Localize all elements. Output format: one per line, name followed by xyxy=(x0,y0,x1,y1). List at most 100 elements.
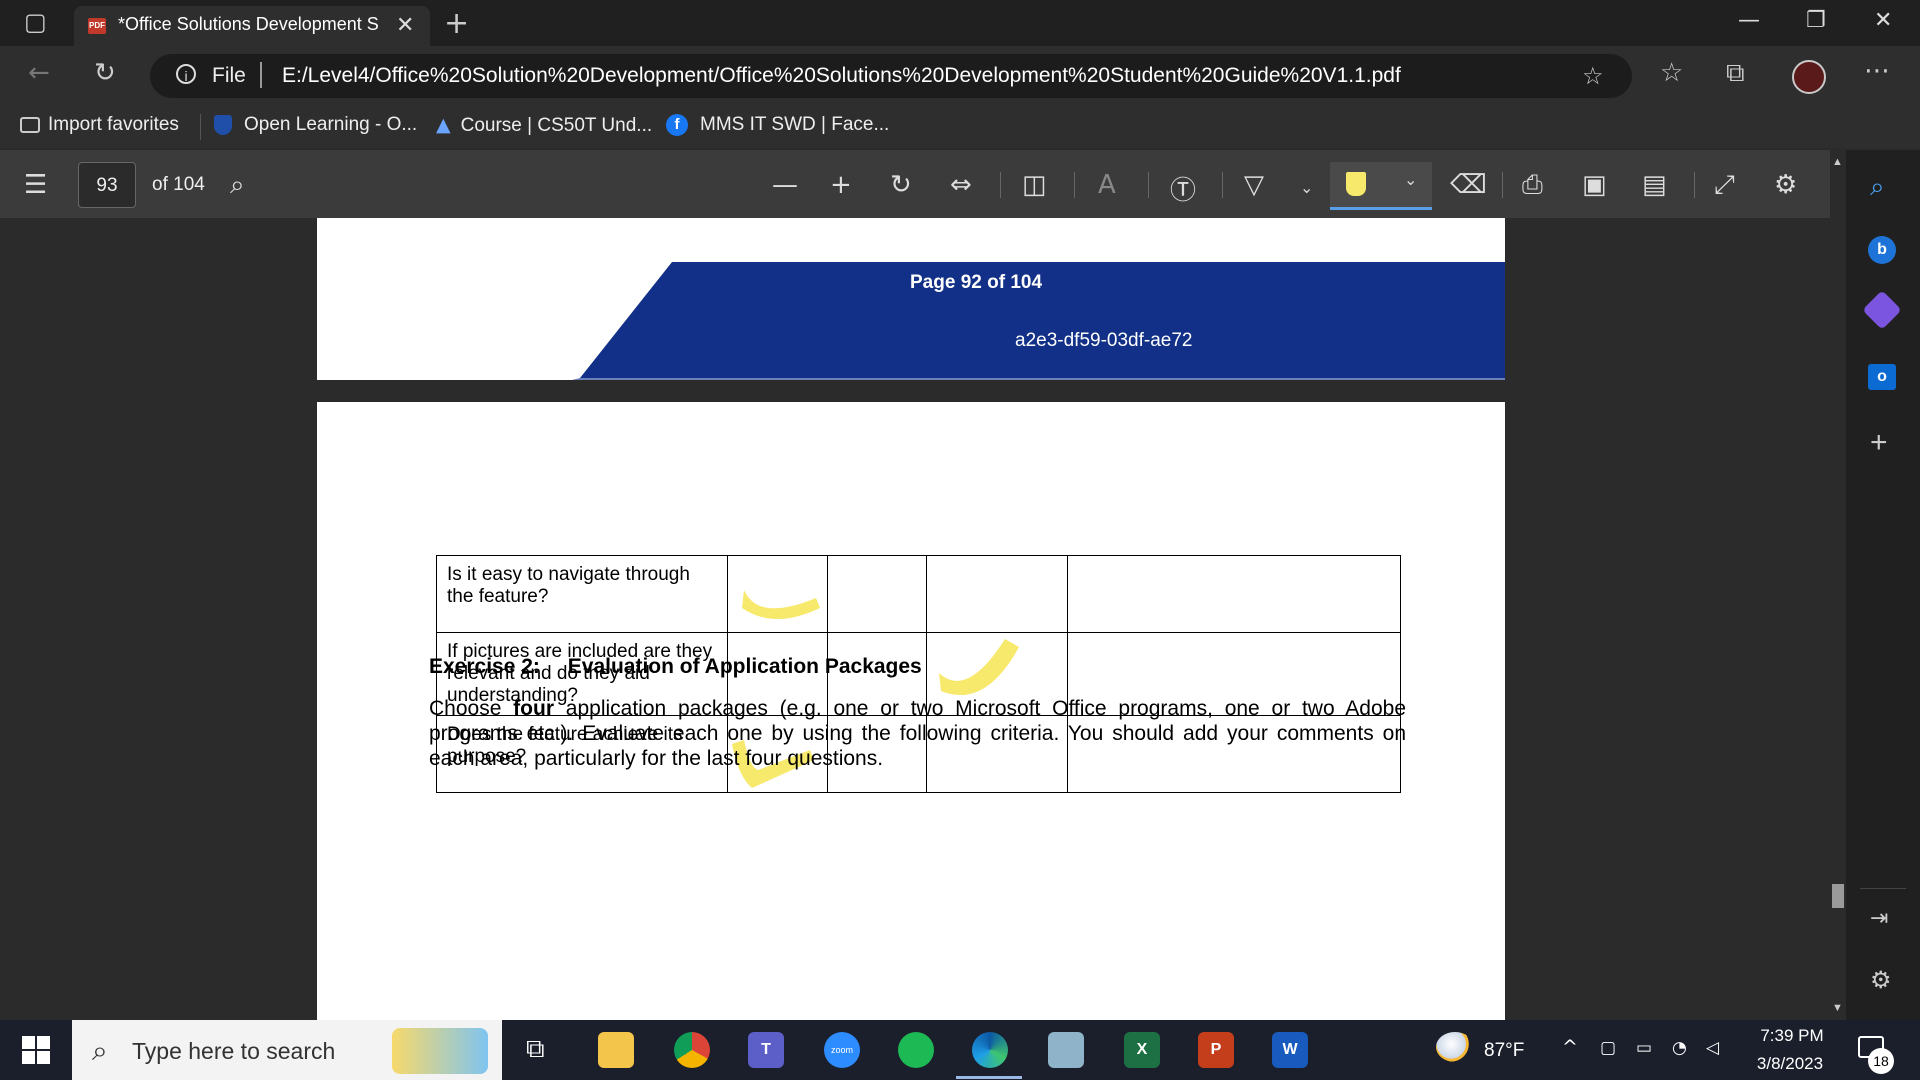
clock-time[interactable]: 7:39 PM xyxy=(1752,1026,1832,1046)
page-view-icon[interactable]: ◫ xyxy=(1022,170,1047,200)
edge-icon[interactable] xyxy=(972,1032,1008,1068)
hide-sidebar-icon[interactable]: ⇥ xyxy=(1870,906,1888,931)
designer-icon[interactable] xyxy=(1862,290,1902,330)
tab-actions-icon[interactable]: ▢ xyxy=(24,8,47,36)
outlook-icon[interactable]: o xyxy=(1868,364,1896,390)
toolbar-divider xyxy=(1502,172,1503,198)
highlight-options-chevron-icon[interactable]: ⌄ xyxy=(1404,170,1417,190)
pdf-viewer[interactable]: Page 92 of 104 a2e3-df59-03df-ae72 Is it… xyxy=(0,218,1830,1020)
zoom-in-icon[interactable]: + xyxy=(830,170,852,200)
tab-active[interactable]: PDF *Office Solutions Development S ✕ xyxy=(74,6,430,46)
volume-icon[interactable]: ◁ xyxy=(1706,1038,1719,1058)
pdf-page-93: Is it easy to navigate through the featu… xyxy=(317,402,1505,1020)
fav-label: Import favorites xyxy=(48,114,179,135)
word-icon[interactable]: W xyxy=(1272,1032,1308,1068)
save-icon[interactable]: ▣ xyxy=(1582,170,1607,200)
hidden-icons-chevron-icon[interactable]: ^ xyxy=(1562,1036,1578,1058)
address-divider xyxy=(260,62,262,88)
task-view-icon[interactable]: ⧉ xyxy=(526,1034,545,1065)
settings-gear-icon[interactable]: ⚙ xyxy=(1774,170,1797,200)
edge-sidebar: ⌕ b o + ⇥ ⚙ xyxy=(1846,150,1920,1020)
exercise-body: Choose four application packages (e.g. o… xyxy=(429,696,1406,771)
clock-date[interactable]: 3/8/2023 xyxy=(1748,1054,1832,1074)
restore-icon[interactable]: ❐ xyxy=(1806,8,1826,33)
comment-cell xyxy=(1067,555,1401,633)
back-icon[interactable]: ← xyxy=(28,58,50,88)
toolbar-divider xyxy=(1694,172,1695,198)
spotify-icon[interactable] xyxy=(898,1032,934,1068)
add-text-icon[interactable]: Ⓣ xyxy=(1170,170,1196,207)
fav-facebook[interactable]: f MMS IT SWD | Face... xyxy=(666,114,889,136)
draw-options-chevron-icon[interactable]: ⌄ xyxy=(1300,178,1313,197)
tab-close-icon[interactable]: ✕ xyxy=(396,12,414,38)
weather-temp[interactable]: 87°F xyxy=(1484,1040,1524,1062)
tray-meet-icon[interactable]: ▢ xyxy=(1600,1038,1616,1058)
erase-icon[interactable]: ⌫ xyxy=(1450,170,1487,200)
save-as-icon[interactable]: ▤ xyxy=(1642,170,1667,200)
print-icon[interactable]: ⎙ xyxy=(1522,170,1543,201)
scroll-thumb[interactable] xyxy=(1832,884,1844,908)
favorites-icon[interactable]: ☆ xyxy=(1660,58,1683,88)
fav-label: Open Learning - O... xyxy=(244,114,418,135)
favbar-divider xyxy=(200,114,201,140)
shield-icon xyxy=(214,114,232,135)
file-explorer-icon[interactable] xyxy=(598,1032,634,1068)
toolbar-divider xyxy=(1074,172,1075,198)
address-bar[interactable]: i File E:/Level4/Office%20Solution%20Dev… xyxy=(150,54,1632,98)
read-aloud-icon[interactable]: A xyxy=(1098,170,1116,200)
weather-icon[interactable] xyxy=(1436,1032,1474,1062)
highlighter-icon xyxy=(1346,172,1366,196)
notification-count-badge: 18 xyxy=(1868,1048,1894,1074)
rotate-icon[interactable]: ↻ xyxy=(890,170,912,200)
doc-code: a2e3-df59-03df-ae72 xyxy=(1015,330,1193,351)
refresh-icon[interactable]: ↻ xyxy=(94,58,116,88)
address-prefix: File xyxy=(212,64,246,87)
url-text[interactable]: E:/Level4/Office%20Solution%20Developmen… xyxy=(282,64,1401,88)
question-cell: Is it easy to navigate through the featu… xyxy=(436,555,728,633)
contents-icon[interactable]: ☰ xyxy=(24,170,47,200)
exercise-number: Exercise 2: xyxy=(429,655,540,678)
zoom-icon[interactable]: zoom xyxy=(824,1032,860,1068)
scroll-down-icon[interactable]: ▼ xyxy=(1832,1002,1843,1014)
new-tab-button[interactable]: + xyxy=(444,6,469,41)
notes-app-icon[interactable] xyxy=(1048,1032,1084,1068)
more-menu-icon[interactable]: ⋯ xyxy=(1864,56,1890,86)
add-favorite-icon[interactable]: ☆ xyxy=(1582,62,1604,90)
teams-icon[interactable]: T xyxy=(748,1032,784,1068)
draw-icon[interactable]: ▽ xyxy=(1244,170,1264,200)
fav-course[interactable]: ▲ Course | CS50T Und... xyxy=(436,114,652,137)
profile-avatar[interactable] xyxy=(1792,60,1826,94)
powerpoint-icon[interactable]: P xyxy=(1198,1032,1234,1068)
windows-start-icon[interactable] xyxy=(22,1036,50,1064)
excel-icon[interactable]: X xyxy=(1124,1032,1160,1068)
fav-open-learning[interactable]: Open Learning - O... xyxy=(214,114,417,136)
fit-width-icon[interactable]: ⇔ xyxy=(950,170,972,200)
sidebar-settings-icon[interactable]: ⚙ xyxy=(1870,966,1892,994)
graduation-cap-icon: ▲ xyxy=(436,114,451,136)
wifi-icon[interactable]: ◔ xyxy=(1672,1038,1687,1058)
collections-icon[interactable]: ⧉ xyxy=(1726,58,1745,89)
zoom-out-icon[interactable]: — xyxy=(772,170,798,200)
add-sidebar-app-icon[interactable]: + xyxy=(1870,426,1888,460)
bing-icon[interactable]: b xyxy=(1868,236,1896,264)
fullscreen-icon[interactable]: ⤢ xyxy=(1714,170,1735,201)
close-window-icon[interactable]: ✕ xyxy=(1874,8,1892,33)
fav-import[interactable]: Import favorites xyxy=(20,114,179,136)
toolbar-divider xyxy=(1148,172,1149,198)
active-app-indicator xyxy=(956,1076,1022,1079)
minimize-icon[interactable]: — xyxy=(1738,8,1760,33)
body-bold: four xyxy=(513,697,554,720)
info-icon[interactable]: i xyxy=(176,64,196,84)
vertical-scrollbar[interactable]: ▲ ▼ xyxy=(1830,150,1846,1020)
highlight-button[interactable]: ⌄ xyxy=(1330,162,1432,210)
fav-label: Course | CS50T Und... xyxy=(460,115,653,136)
scroll-up-icon[interactable]: ▲ xyxy=(1832,156,1843,168)
sidebar-search-icon[interactable]: ⌕ xyxy=(1870,172,1885,203)
chrome-icon[interactable] xyxy=(674,1032,710,1068)
taskbar-search-box[interactable]: ⌕ Type here to search xyxy=(72,1020,502,1080)
exercise-title: Evaluation of Application Packages xyxy=(567,655,922,678)
find-icon[interactable]: ⌕ xyxy=(230,170,245,201)
page-number-input[interactable]: 93 xyxy=(78,162,136,208)
battery-icon[interactable]: ▭ xyxy=(1636,1038,1652,1058)
page-label: Page 92 of 104 xyxy=(910,272,1043,293)
